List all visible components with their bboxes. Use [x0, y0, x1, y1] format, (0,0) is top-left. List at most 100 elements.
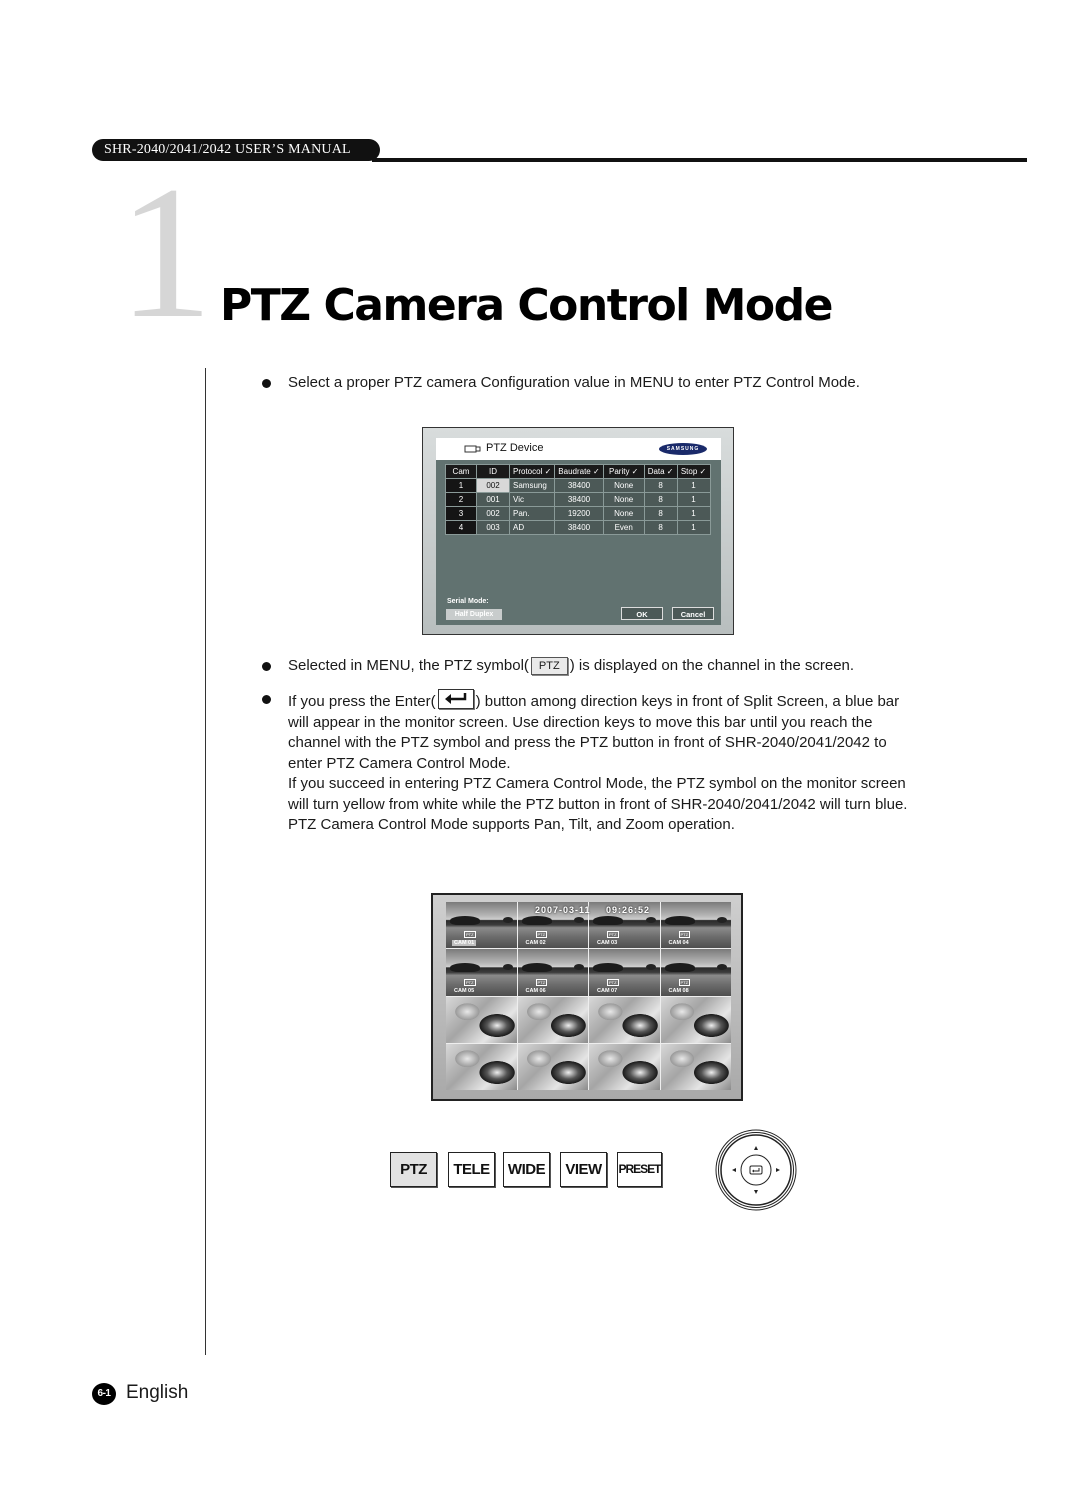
bullet-dot-icon [262, 379, 271, 388]
ptz-symbol-icon: PTZ [607, 931, 619, 939]
ptz-symbol-icon: PTZ [535, 931, 548, 939]
camera-label: CAM 02 [525, 940, 546, 947]
bullet-text: Selected in MENU, the PTZ symbol( [288, 657, 529, 674]
header-rule [372, 158, 1027, 162]
baudrate-cell[interactable]: 38400 [554, 520, 604, 535]
dialog-title: PTZ Device [486, 442, 544, 454]
bullet-dot-icon [262, 662, 271, 671]
column-header-protocol[interactable]: Protocol ✓ [508, 464, 556, 479]
column-header-baudrate[interactable]: Baudrate ✓ [554, 464, 604, 479]
data-cell[interactable]: 8 [643, 492, 678, 507]
camera-tile[interactable] [517, 996, 588, 1043]
ok-button[interactable]: OK [621, 607, 663, 620]
enter-key-icon [437, 689, 474, 709]
bullet-item: If you press the Enter() button among di… [262, 689, 912, 836]
camera-tile[interactable] [517, 1043, 588, 1090]
data-cell[interactable]: 8 [643, 506, 678, 521]
ptz-symbol-icon: PTZ [530, 657, 568, 675]
bullet-text: If you press the Enter( [288, 693, 436, 710]
table-row[interactable]: 1 002 Samsung 38400 None 8 1 [445, 478, 711, 493]
monitor-split-screen: PTZ CAM 01 PTZ CAM 02 PTZ CAM 03 PTZ CAM 04 PTZ C… [431, 893, 743, 1101]
camera-tile[interactable] [446, 1043, 517, 1090]
camera-tile[interactable] [589, 1043, 660, 1090]
samsung-logo: SAMSUNG [659, 443, 707, 455]
view-button[interactable]: VIEW [560, 1152, 607, 1187]
ptz-symbol-icon: PTZ [678, 931, 691, 939]
enter-button[interactable] [740, 1154, 772, 1186]
protocol-cell[interactable]: Pan. [508, 506, 556, 521]
ptz-symbol-icon: PTZ [535, 978, 548, 986]
dialog-header: PTZ Device SAMSUNG [436, 438, 721, 460]
baudrate-cell[interactable]: 38400 [554, 492, 604, 507]
bullet-item: Selected in MENU, the PTZ symbol(PTZ) is… [262, 656, 912, 677]
table-header-row: Cam ID Protocol ✓ Baudrate ✓ Parity ✓ Da… [445, 464, 711, 479]
bullet-paragraph: If you succeed in entering PTZ Camera Co… [288, 775, 908, 833]
cancel-button[interactable]: Cancel [672, 607, 714, 620]
protocol-cell[interactable]: Vic [508, 492, 556, 507]
camera-label: CAM 03 [597, 940, 618, 947]
bullet-text: ) is displayed on the channel in the scr… [569, 657, 855, 674]
up-arrow-icon[interactable] [754, 1146, 758, 1150]
ptz-device-dialog: PTZ Device SAMSUNG Cam ID Protocol ✓ Bau… [422, 427, 734, 635]
cam-cell: 1 [445, 478, 477, 493]
protocol-cell[interactable]: AD [508, 520, 556, 535]
camera-tile[interactable] [446, 996, 517, 1043]
camera-label: CAM 01 [452, 940, 477, 947]
column-header-id: ID [476, 464, 510, 479]
camera-label: CAM 05 [454, 987, 475, 994]
data-cell[interactable]: 8 [643, 520, 678, 535]
camera-label: CAM 04 [668, 940, 689, 947]
camera-tile[interactable]: PTZ CAM 01 [446, 902, 517, 949]
column-header-data[interactable]: Data ✓ [643, 464, 678, 479]
margin-rule [205, 368, 206, 1355]
page-language: English [126, 1382, 189, 1403]
table-row[interactable]: 2 001 Vic 38400 None 8 1 [445, 492, 711, 507]
id-cell[interactable]: 002 [476, 506, 510, 521]
wide-button[interactable]: WIDE [503, 1152, 550, 1187]
dialog-body: PTZ Device SAMSUNG Cam ID Protocol ✓ Bau… [436, 438, 721, 625]
direction-keypad [715, 1129, 797, 1211]
camera-tile[interactable]: PTZ CAM 07 [589, 949, 660, 996]
camera-tile[interactable] [660, 996, 731, 1043]
table-row[interactable]: 4 003 AD 38400 Even 8 1 [445, 520, 711, 535]
camera-tile[interactable] [589, 996, 660, 1043]
parity-cell[interactable]: None [602, 506, 645, 521]
id-cell[interactable]: 003 [476, 520, 510, 535]
column-header-stop[interactable]: Stop ✓ [676, 464, 711, 479]
table-row[interactable]: 3 002 Pan. 19200 None 8 1 [445, 506, 711, 521]
id-cell[interactable]: 002 [476, 478, 510, 493]
stop-cell[interactable]: 1 [676, 478, 711, 493]
data-cell[interactable]: 8 [643, 478, 678, 493]
down-arrow-icon[interactable] [754, 1190, 758, 1194]
left-arrow-icon[interactable] [732, 1168, 736, 1172]
right-arrow-icon[interactable] [776, 1168, 780, 1172]
camera-label: CAM 07 [597, 987, 618, 994]
tele-button[interactable]: TELE [448, 1152, 495, 1187]
ptz-symbol-icon: PTZ [678, 978, 691, 986]
parity-cell[interactable]: Even [602, 520, 645, 535]
stop-cell[interactable]: 1 [676, 492, 711, 507]
preset-button[interactable]: PRESET [617, 1152, 662, 1187]
id-cell[interactable]: 001 [476, 492, 510, 507]
parity-cell[interactable]: None [602, 492, 645, 507]
ptz-button[interactable]: PTZ [390, 1152, 437, 1187]
camera-tile[interactable] [660, 1043, 731, 1090]
camera-tile[interactable]: PTZ CAM 05 [446, 949, 517, 996]
camera-tile[interactable]: PTZ CAM 08 [660, 949, 731, 996]
cam-cell: 3 [445, 506, 477, 521]
baudrate-cell[interactable]: 19200 [554, 506, 604, 521]
protocol-cell[interactable]: Samsung [508, 478, 556, 493]
baudrate-cell[interactable]: 38400 [554, 478, 604, 493]
parity-cell[interactable]: None [602, 478, 645, 493]
ptz-symbol-icon: PTZ [464, 978, 476, 986]
column-header-parity[interactable]: Parity ✓ [602, 464, 645, 479]
camera-tile[interactable]: PTZ CAM 06 [517, 949, 588, 996]
enter-key-icon [749, 1165, 763, 1175]
serial-mode-select[interactable]: Half Duplex [446, 609, 502, 620]
camera-label: CAM 08 [668, 987, 689, 994]
stop-cell[interactable]: 1 [676, 506, 711, 521]
camera-tile[interactable]: PTZ CAM 04 [660, 902, 731, 949]
stop-cell[interactable]: 1 [676, 520, 711, 535]
camera-label: CAM 06 [525, 987, 546, 994]
ptz-symbol-icon: PTZ [464, 931, 476, 939]
